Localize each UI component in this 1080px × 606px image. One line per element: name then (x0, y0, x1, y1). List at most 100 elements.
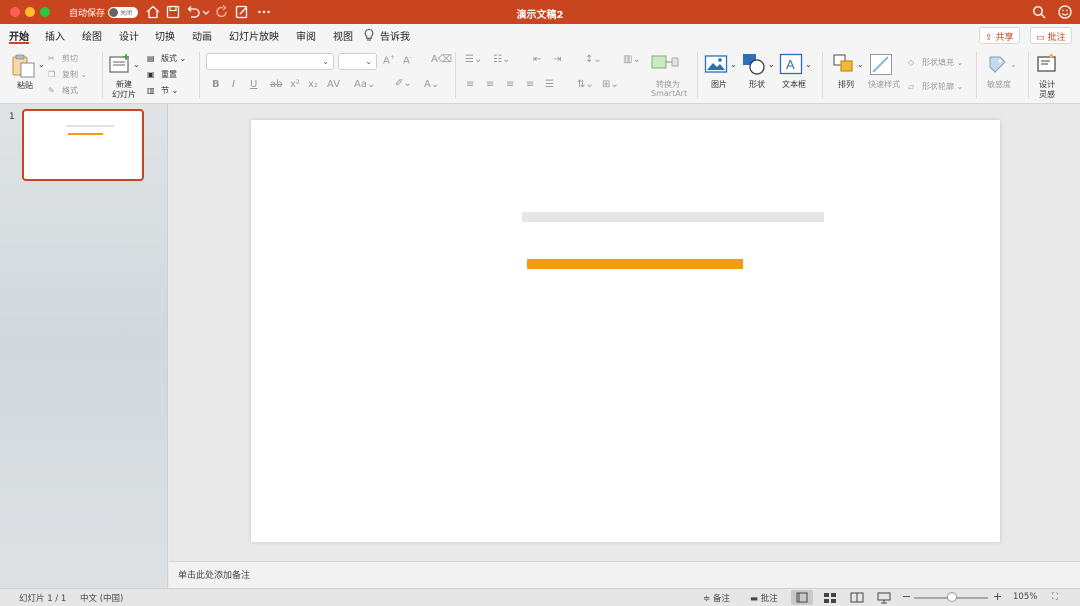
shape-outline-button[interactable]: ▱ 形状轮廓 ⌄ (908, 81, 963, 92)
shapes-icon[interactable] (741, 52, 767, 76)
font-size-select[interactable]: ⌄ (338, 53, 377, 70)
section-button[interactable]: ▥ 节 ⌄ (147, 85, 178, 96)
text-direction-icon[interactable]: ⇅⌄ (577, 79, 594, 90)
home-icon[interactable] (145, 4, 161, 20)
paste-dropdown-icon[interactable]: ⌄ (38, 60, 45, 69)
textbox-label[interactable]: 文本框 (782, 79, 806, 90)
tab-home[interactable]: 开始 (9, 28, 29, 43)
line-spacing-icon[interactable]: ↕⌄ (585, 54, 602, 65)
cut-button[interactable]: ✂ 剪切 (48, 53, 78, 64)
designer-label-line2[interactable]: 灵感 (1039, 89, 1055, 100)
quick-styles-icon[interactable] (869, 53, 895, 77)
font-color-icon[interactable]: A⌄ (424, 79, 439, 90)
notes-pane[interactable]: 单击此处添加备注 (169, 561, 1080, 588)
align-left-icon[interactable]: ≡ (466, 79, 474, 90)
save-icon[interactable] (165, 4, 181, 20)
slide-sorter-button[interactable] (819, 590, 841, 605)
picture-label[interactable]: 图片 (711, 79, 727, 90)
zoom-in-button[interactable]: + (993, 590, 1002, 603)
reading-view-button[interactable] (846, 590, 868, 605)
paste-label[interactable]: 粘贴 (17, 80, 33, 91)
new-slide-label-line2[interactable]: 幻灯片 (112, 89, 136, 100)
copy-button[interactable]: ❐ 复制 ⌄ (48, 69, 87, 80)
sensitivity-dropdown-icon[interactable]: ⌄ (1010, 60, 1017, 69)
align-text-icon[interactable]: ⊞⌄ (602, 79, 619, 90)
tab-insert[interactable]: 插入 (45, 28, 65, 43)
zoom-level[interactable]: 105% (1013, 592, 1037, 602)
character-spacing-icon[interactable]: AV (327, 79, 340, 90)
increase-indent-icon[interactable]: ⇥ (553, 54, 561, 65)
arrange-icon[interactable] (832, 53, 856, 75)
columns-icon[interactable]: ▥⌄ (623, 54, 641, 65)
reset-button[interactable]: ▣ 重置 (147, 69, 177, 80)
search-icon[interactable] (1031, 4, 1047, 20)
bold-icon[interactable]: B (212, 79, 220, 90)
picture-icon[interactable] (704, 54, 728, 74)
quick-styles-label[interactable]: 快速样式 (868, 79, 900, 90)
subtitle-placeholder[interactable] (527, 259, 743, 269)
new-slide-icon[interactable] (108, 52, 132, 76)
autosave-toggle[interactable]: 关闭 (108, 7, 138, 18)
tab-view[interactable]: 视图 (333, 28, 353, 43)
shape-fill-button[interactable]: ◇ 形状填充 ⌄ (908, 57, 963, 68)
tab-review[interactable]: 审阅 (296, 28, 316, 43)
subscript-icon[interactable]: x₂ (308, 79, 318, 90)
notes-placeholder[interactable]: 单击此处添加备注 (178, 568, 250, 581)
window-minimize-button[interactable] (25, 7, 35, 17)
align-center-icon[interactable]: ≡ (486, 79, 494, 90)
title-placeholder[interactable] (522, 212, 824, 222)
decrease-font-icon[interactable]: A- (403, 54, 412, 66)
smartart-icon[interactable] (650, 53, 680, 73)
bullets-icon[interactable]: ☰⌄ (465, 54, 482, 65)
italic-icon[interactable]: I (232, 79, 235, 90)
highlight-icon[interactable]: ✐⌄ (395, 78, 412, 89)
format-painter-button[interactable]: ✎ 格式 (48, 85, 78, 96)
language-indicator[interactable]: 中文 (中国) (80, 592, 123, 604)
arrange-label[interactable]: 排列 (838, 79, 854, 90)
notes-toggle-button[interactable]: ≑ 备注 (703, 592, 730, 604)
edit-doc-icon[interactable] (234, 4, 250, 20)
slide-canvas[interactable] (251, 120, 1000, 542)
slideshow-button[interactable] (873, 590, 895, 605)
underline-icon[interactable]: U (250, 79, 257, 90)
font-name-select[interactable]: ⌄ (206, 53, 334, 70)
comments-toggle-button[interactable]: ▬ 批注 (750, 592, 778, 604)
clear-format-icon[interactable]: A⌫ (431, 54, 452, 65)
tab-draw[interactable]: 绘图 (82, 28, 102, 43)
superscript-icon[interactable]: x² (290, 79, 300, 90)
window-maximize-button[interactable] (40, 7, 50, 17)
layout-button[interactable]: ▤ 版式 ⌄ (147, 53, 186, 64)
undo-icon[interactable] (185, 4, 201, 20)
textbox-dropdown-icon[interactable]: ⌄ (805, 60, 812, 69)
tab-animations[interactable]: 动画 (192, 28, 212, 43)
tab-slideshow[interactable]: 幻灯片放映 (229, 28, 279, 43)
shapes-dropdown-icon[interactable]: ⌄ (768, 60, 775, 69)
align-right-icon[interactable]: ≡ (506, 79, 514, 90)
change-case-icon[interactable]: Aa⌄ (354, 79, 375, 90)
more-icon[interactable] (256, 4, 272, 20)
tab-design[interactable]: 设计 (119, 28, 139, 43)
designer-icon[interactable] (1036, 52, 1058, 74)
decrease-indent-icon[interactable]: ⇤ (533, 54, 541, 65)
undo-dropdown-icon[interactable] (201, 4, 211, 20)
share-button[interactable]: ⇪ 共享 (979, 27, 1020, 44)
tell-me-search[interactable]: 告诉我 (380, 28, 410, 43)
smiley-icon[interactable] (1057, 4, 1073, 20)
comments-button[interactable]: ▭ 批注 (1030, 27, 1072, 44)
distributed-icon[interactable]: ☰ (545, 79, 554, 90)
fit-to-window-icon[interactable]: ⛶ (1052, 592, 1058, 602)
increase-font-icon[interactable]: A+ (383, 54, 395, 66)
paste-icon[interactable] (10, 53, 42, 79)
justify-icon[interactable]: ≡ (526, 79, 534, 90)
normal-view-button[interactable] (791, 590, 813, 605)
new-slide-dropdown-icon[interactable]: ⌄ (133, 60, 140, 69)
strikethrough-icon[interactable]: ab (270, 79, 282, 90)
tab-transitions[interactable]: 切换 (155, 28, 175, 43)
convert-label-line2[interactable]: SmartArt (651, 89, 687, 98)
arrange-dropdown-icon[interactable]: ⌄ (857, 60, 864, 69)
redo-icon[interactable] (214, 4, 230, 20)
numbering-icon[interactable]: ☷⌄ (493, 54, 510, 65)
picture-dropdown-icon[interactable]: ⌄ (730, 60, 737, 69)
slide-thumbnail[interactable] (22, 109, 144, 181)
sensitivity-label[interactable]: 敏感度 (987, 79, 1011, 90)
